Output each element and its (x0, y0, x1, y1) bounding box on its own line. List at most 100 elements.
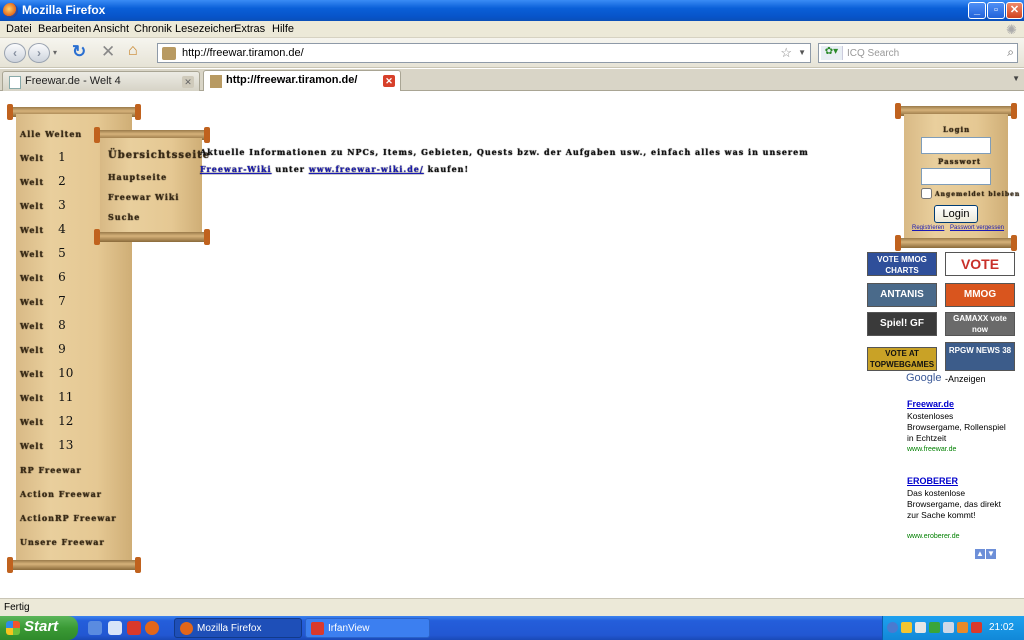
reload-icon[interactable]: ↻ (72, 42, 86, 62)
throbber-icon: ✺ (1006, 22, 1017, 37)
back-button[interactable]: ‹ (4, 43, 26, 63)
firefox-quicklaunch-icon[interactable] (145, 621, 159, 635)
history-dropdown-icon[interactable]: ▾ (53, 48, 57, 57)
login-password-input[interactable] (921, 168, 991, 185)
nav-world-7[interactable]: Welt 7 (20, 294, 66, 308)
forgot-password-link[interactable]: Passwort vergessen (950, 225, 1004, 231)
status-bar: Fertig (0, 598, 1024, 616)
tray-icon-3[interactable] (943, 622, 954, 633)
nav-world-5[interactable]: Welt 5 (20, 246, 66, 260)
wiki-url-link[interactable]: www.freewar-wiki.de/ (309, 164, 424, 174)
tray-icon-1[interactable] (901, 622, 912, 633)
stop-icon[interactable]: ✕ (101, 42, 115, 62)
submenu-wiki[interactable]: Freewar Wiki (108, 192, 179, 202)
close-button[interactable]: ✕ (1006, 2, 1023, 19)
nav-world-11[interactable]: Welt 11 (20, 390, 73, 404)
menu-lesezeichen[interactable]: Lesezeichen (175, 23, 237, 35)
ie-icon[interactable] (88, 621, 102, 635)
nav-world-12[interactable]: Welt 12 (20, 414, 73, 428)
menu-chronik[interactable]: Chronik (134, 23, 172, 35)
banner-mmog-charts[interactable]: MMOG CHARTS (945, 283, 1015, 307)
home-icon[interactable]: ⌂ (128, 42, 138, 60)
menu-bearbeiten[interactable]: Bearbeiten (38, 23, 91, 35)
irfanview-icon (311, 622, 324, 635)
submenu-search[interactable]: Suche (108, 212, 140, 222)
search-input[interactable]: ICQ Search (847, 48, 899, 59)
page-content: Alle Welten Welt 1 Welt 2 Welt 3 Welt 4 Welt… (0, 92, 1024, 598)
search-icon[interactable]: ⌕ (1007, 45, 1014, 60)
tab-freewar-tiramon[interactable]: http://freewar.tiramon.de/ ✕ (203, 70, 401, 91)
menu-ansicht[interactable]: Ansicht (93, 23, 129, 35)
tab-freewar-welt4[interactable]: Freewar.de - Welt 4 ✕ (2, 71, 200, 91)
tab-close-icon[interactable]: ✕ (383, 75, 395, 87)
tray-icon-4[interactable] (957, 622, 968, 633)
banner-rpgw-news[interactable]: RPGW NEWS 38 (945, 342, 1015, 371)
submenu-mainpage[interactable]: Hauptseite (108, 172, 167, 182)
desktop-icon[interactable] (108, 621, 122, 635)
banner-vote[interactable]: VOTE (945, 252, 1015, 276)
tray-network-icon[interactable] (929, 622, 940, 633)
menu-hilfe[interactable]: Hilfe (272, 23, 294, 35)
firefox-icon (180, 622, 193, 635)
search-box[interactable]: ✿▾ ICQ Search ⌕ (818, 43, 1018, 63)
tab-label: http://freewar.tiramon.de/ (226, 74, 358, 86)
url-input[interactable]: http://freewar.tiramon.de/ (182, 47, 304, 59)
ad-url-freewar[interactable]: www.freewar.de (907, 446, 956, 453)
nav-world-2[interactable]: Welt 2 (20, 174, 66, 188)
task-irfanview[interactable]: IrfanView (305, 618, 430, 638)
search-engine-icon[interactable]: ✿▾ (821, 46, 843, 60)
ad-title-freewar[interactable]: Freewar.de (907, 399, 954, 409)
submenu-overview[interactable]: Übersichtsseite (108, 150, 210, 161)
nav-world-13[interactable]: Welt 13 (20, 438, 73, 452)
register-link[interactable]: Registrieren (912, 225, 944, 231)
nav-world-10[interactable]: Welt 10 (20, 366, 73, 380)
ad-next-icon[interactable]: ▼ (986, 549, 996, 559)
menu-datei[interactable]: Datei (6, 23, 32, 35)
login-button[interactable]: Login (934, 205, 978, 223)
maximize-button[interactable]: ▫ (987, 2, 1005, 19)
task-label: IrfanView (328, 623, 370, 634)
ads-label: -Anzeigen (945, 374, 986, 384)
irfanview-quicklaunch-icon[interactable] (127, 621, 141, 635)
bookmark-star-icon[interactable]: ☆ (780, 45, 792, 61)
banner-topwebgames[interactable]: VOTE AT TOPWEBGAMES (867, 347, 937, 371)
banner-antanis[interactable]: ANTANIS (867, 283, 937, 307)
tray-icon-2[interactable] (915, 622, 926, 633)
nav-world-1[interactable]: Welt 1 (20, 150, 66, 164)
status-text: Fertig (4, 602, 30, 613)
forward-button[interactable]: › (28, 43, 50, 63)
google-logo: Google (906, 372, 942, 384)
url-dropdown-icon[interactable]: ▼ (798, 48, 806, 57)
login-username-input[interactable] (921, 137, 991, 154)
nav-world-9[interactable]: Welt 9 (20, 342, 66, 356)
tab-close-icon[interactable]: ✕ (182, 76, 194, 88)
nav-world-8[interactable]: Welt 8 (20, 318, 66, 332)
password-label: Passwort (938, 157, 982, 166)
nav-unsere-freewar[interactable]: Unsere Freewar (20, 537, 105, 547)
tray-arrow-icon[interactable] (887, 622, 898, 633)
nav-actionrp-freewar[interactable]: ActionRP Freewar (20, 513, 117, 523)
banner-gamaxx[interactable]: GAMAXX vote now (945, 312, 1015, 336)
banner-spiel-gf[interactable]: Spiel! GF (867, 312, 937, 336)
ad-title-eroberer[interactable]: EROBERER (907, 476, 958, 486)
taskbar: Start Mozilla Firefox IrfanView 21:02 (0, 616, 1024, 640)
start-button[interactable]: Start (0, 616, 78, 640)
task-firefox[interactable]: Mozilla Firefox (174, 618, 302, 638)
menu-extras[interactable]: Extras (234, 23, 265, 35)
nav-all-worlds[interactable]: Alle Welten (20, 129, 82, 139)
url-bar[interactable]: http://freewar.tiramon.de/ ☆ ▼ (157, 43, 811, 63)
ad-prev-icon[interactable]: ▲ (975, 549, 985, 559)
nav-rp-freewar[interactable]: RP Freewar (20, 465, 82, 475)
scroll-rod-bottom (7, 557, 141, 573)
nav-action-freewar[interactable]: Action Freewar (20, 489, 102, 499)
nav-world-3[interactable]: Welt 3 (20, 198, 66, 212)
tab-list-icon[interactable]: ▼ (1012, 74, 1020, 83)
remember-checkbox[interactable] (921, 188, 932, 199)
nav-world-4[interactable]: Welt 4 (20, 222, 66, 236)
ad-url-eroberer[interactable]: www.eroberer.de (907, 533, 960, 540)
banner-vote-mmog-charts[interactable]: VOTE MMOG CHARTS (867, 252, 937, 276)
minimize-button[interactable]: _ (968, 2, 986, 19)
wiki-link[interactable]: Freewar-Wiki (200, 164, 272, 174)
nav-world-6[interactable]: Welt 6 (20, 270, 66, 284)
tray-icon-5[interactable] (971, 622, 982, 633)
